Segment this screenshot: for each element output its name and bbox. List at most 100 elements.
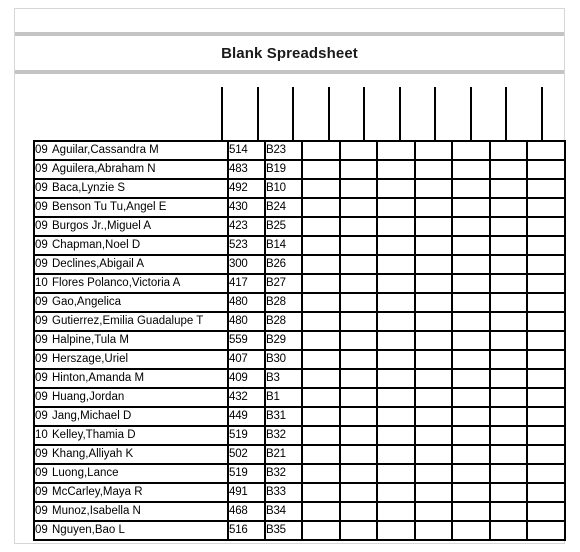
cell-blank[interactable] (301, 330, 341, 351)
cell-student[interactable]: 09 Khang,Alliyah K (33, 444, 229, 465)
cell-blank[interactable] (413, 444, 453, 465)
cell-blank[interactable] (451, 254, 491, 275)
cell-blank[interactable] (488, 235, 528, 256)
table-row[interactable]: 09 Nguyen,Bao L 516 B35 (33, 520, 566, 541)
cell-blank[interactable] (376, 159, 416, 180)
cell-code[interactable]: B34 (264, 501, 303, 522)
cell-blank[interactable] (376, 140, 416, 161)
cell-blank[interactable] (526, 216, 566, 237)
cell-student[interactable]: 09 Jang,Michael D (33, 406, 229, 427)
cell-blank[interactable] (338, 501, 378, 522)
cell-blank[interactable] (301, 311, 341, 332)
cell-blank[interactable] (413, 254, 453, 275)
cell-score[interactable]: 468 (227, 501, 266, 522)
cell-blank[interactable] (526, 501, 566, 522)
cell-blank[interactable] (526, 463, 566, 484)
cell-blank[interactable] (413, 520, 453, 541)
table-row[interactable]: 09 Chapman,Noel D 523 B14 (33, 235, 566, 256)
cell-blank[interactable] (413, 311, 453, 332)
cell-blank[interactable] (338, 235, 378, 256)
cell-blank[interactable] (338, 140, 378, 161)
cell-blank[interactable] (338, 311, 378, 332)
cell-blank[interactable] (413, 425, 453, 446)
cell-blank[interactable] (451, 463, 491, 484)
cell-blank[interactable] (338, 216, 378, 237)
cell-blank[interactable] (488, 444, 528, 465)
cell-student[interactable]: 09 Luong,Lance (33, 463, 229, 484)
cell-student[interactable]: 09 Herszage,Uriel (33, 349, 229, 370)
cell-blank[interactable] (338, 292, 378, 313)
cell-blank[interactable] (526, 273, 566, 294)
cell-student[interactable]: 09 Hinton,Amanda M (33, 368, 229, 389)
cell-blank[interactable] (376, 311, 416, 332)
cell-blank[interactable] (301, 349, 341, 370)
cell-blank[interactable] (301, 254, 341, 275)
cell-blank[interactable] (451, 520, 491, 541)
cell-blank[interactable] (376, 406, 416, 427)
table-row[interactable]: 09 Munoz,Isabella N 468 B34 (33, 501, 566, 522)
cell-blank[interactable] (376, 482, 416, 503)
cell-blank[interactable] (488, 140, 528, 161)
cell-blank[interactable] (338, 387, 378, 408)
cell-blank[interactable] (526, 311, 566, 332)
cell-student[interactable]: 09 Burgos Jr.,Miguel A (33, 216, 229, 237)
cell-blank[interactable] (301, 292, 341, 313)
cell-blank[interactable] (301, 406, 341, 427)
cell-blank[interactable] (451, 368, 491, 389)
cell-blank[interactable] (413, 140, 453, 161)
cell-blank[interactable] (376, 425, 416, 446)
cell-blank[interactable] (488, 406, 528, 427)
table-row[interactable]: 09 Burgos Jr.,Miguel A 423 B25 (33, 216, 566, 237)
spreadsheet-grid-body[interactable]: 09 Aguilar,Cassandra M 514 B23 09 Aguilera,A… (33, 140, 566, 541)
cell-score[interactable]: 519 (227, 425, 266, 446)
cell-blank[interactable] (526, 482, 566, 503)
cell-blank[interactable] (301, 387, 341, 408)
cell-blank[interactable] (526, 197, 566, 218)
table-row[interactable]: 10 Flores Polanco,Victoria A 417 B27 (33, 273, 566, 294)
cell-blank[interactable] (338, 463, 378, 484)
cell-student[interactable]: 10 Flores Polanco,Victoria A (33, 273, 229, 294)
cell-blank[interactable] (488, 482, 528, 503)
cell-blank[interactable] (451, 273, 491, 294)
cell-blank[interactable] (526, 406, 566, 427)
cell-blank[interactable] (338, 425, 378, 446)
cell-blank[interactable] (451, 387, 491, 408)
cell-blank[interactable] (376, 349, 416, 370)
cell-blank[interactable] (526, 254, 566, 275)
cell-code[interactable]: B10 (264, 178, 303, 199)
cell-blank[interactable] (488, 368, 528, 389)
cell-student[interactable]: 09 Aguilera,Abraham N (33, 159, 229, 180)
cell-blank[interactable] (301, 482, 341, 503)
cell-student[interactable]: 09 Gutierrez,Emilia Guadalupe T (33, 311, 229, 332)
cell-code[interactable]: B30 (264, 349, 303, 370)
cell-blank[interactable] (488, 349, 528, 370)
table-row[interactable]: 09 Hinton,Amanda M 409 B3 (33, 368, 566, 389)
cell-blank[interactable] (376, 463, 416, 484)
cell-blank[interactable] (413, 406, 453, 427)
cell-blank[interactable] (338, 159, 378, 180)
cell-blank[interactable] (526, 140, 566, 161)
cell-blank[interactable] (488, 330, 528, 351)
cell-blank[interactable] (376, 197, 416, 218)
cell-blank[interactable] (338, 273, 378, 294)
cell-score[interactable]: 409 (227, 368, 266, 389)
cell-blank[interactable] (413, 178, 453, 199)
cell-blank[interactable] (488, 292, 528, 313)
cell-score[interactable]: 516 (227, 520, 266, 541)
cell-score[interactable]: 300 (227, 254, 266, 275)
cell-blank[interactable] (376, 292, 416, 313)
cell-score[interactable]: 483 (227, 159, 266, 180)
cell-blank[interactable] (376, 273, 416, 294)
cell-score[interactable]: 417 (227, 273, 266, 294)
table-row[interactable]: 09 Gutierrez,Emilia Guadalupe T 480 B28 (33, 311, 566, 332)
cell-student[interactable]: 09 Chapman,Noel D (33, 235, 229, 256)
cell-student[interactable]: 09 Declines,Abigail A (33, 254, 229, 275)
cell-blank[interactable] (301, 159, 341, 180)
cell-blank[interactable] (338, 482, 378, 503)
cell-blank[interactable] (488, 387, 528, 408)
cell-blank[interactable] (451, 292, 491, 313)
cell-blank[interactable] (413, 501, 453, 522)
cell-blank[interactable] (488, 463, 528, 484)
cell-code[interactable]: B23 (264, 140, 303, 161)
cell-code[interactable]: B19 (264, 159, 303, 180)
